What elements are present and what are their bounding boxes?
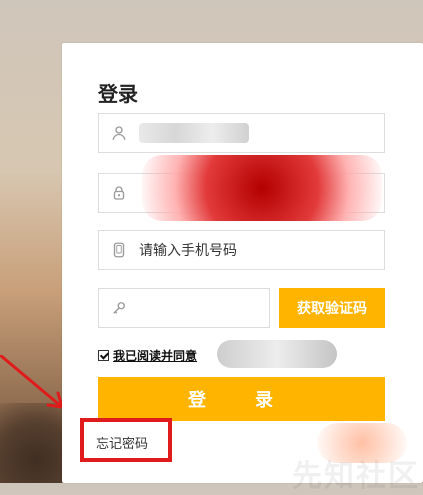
username-field[interactable] xyxy=(98,113,385,153)
username-obscured xyxy=(139,123,249,143)
key-icon xyxy=(99,289,139,327)
get-code-button[interactable]: 获取验证码 xyxy=(279,288,385,328)
agreement-row[interactable]: 我已阅读并同意 xyxy=(98,346,197,364)
lock-icon xyxy=(99,174,139,212)
verification-code-field[interactable] xyxy=(98,288,270,328)
login-button[interactable]: 登 录 xyxy=(98,377,385,421)
forgot-password-link[interactable]: 忘记密码 xyxy=(96,433,148,452)
agreement-obscured xyxy=(217,340,337,368)
login-card: 登录 请输入手机号码 获取验证码 我已阅读并同意 登 录 忘记密码 先知社区 xyxy=(62,43,423,494)
password-obscured-red xyxy=(142,155,382,221)
phone-placeholder: 请输入手机号码 xyxy=(139,243,237,259)
phone-icon xyxy=(99,231,139,269)
agree-checkbox[interactable] xyxy=(98,349,109,361)
page-title: 登录 xyxy=(98,82,138,106)
phone-field[interactable]: 请输入手机号码 xyxy=(98,230,385,270)
agreement-text[interactable]: 我已阅读并同意 xyxy=(113,347,197,364)
user-icon xyxy=(99,114,139,152)
watermark: 先知社区 xyxy=(292,459,420,494)
